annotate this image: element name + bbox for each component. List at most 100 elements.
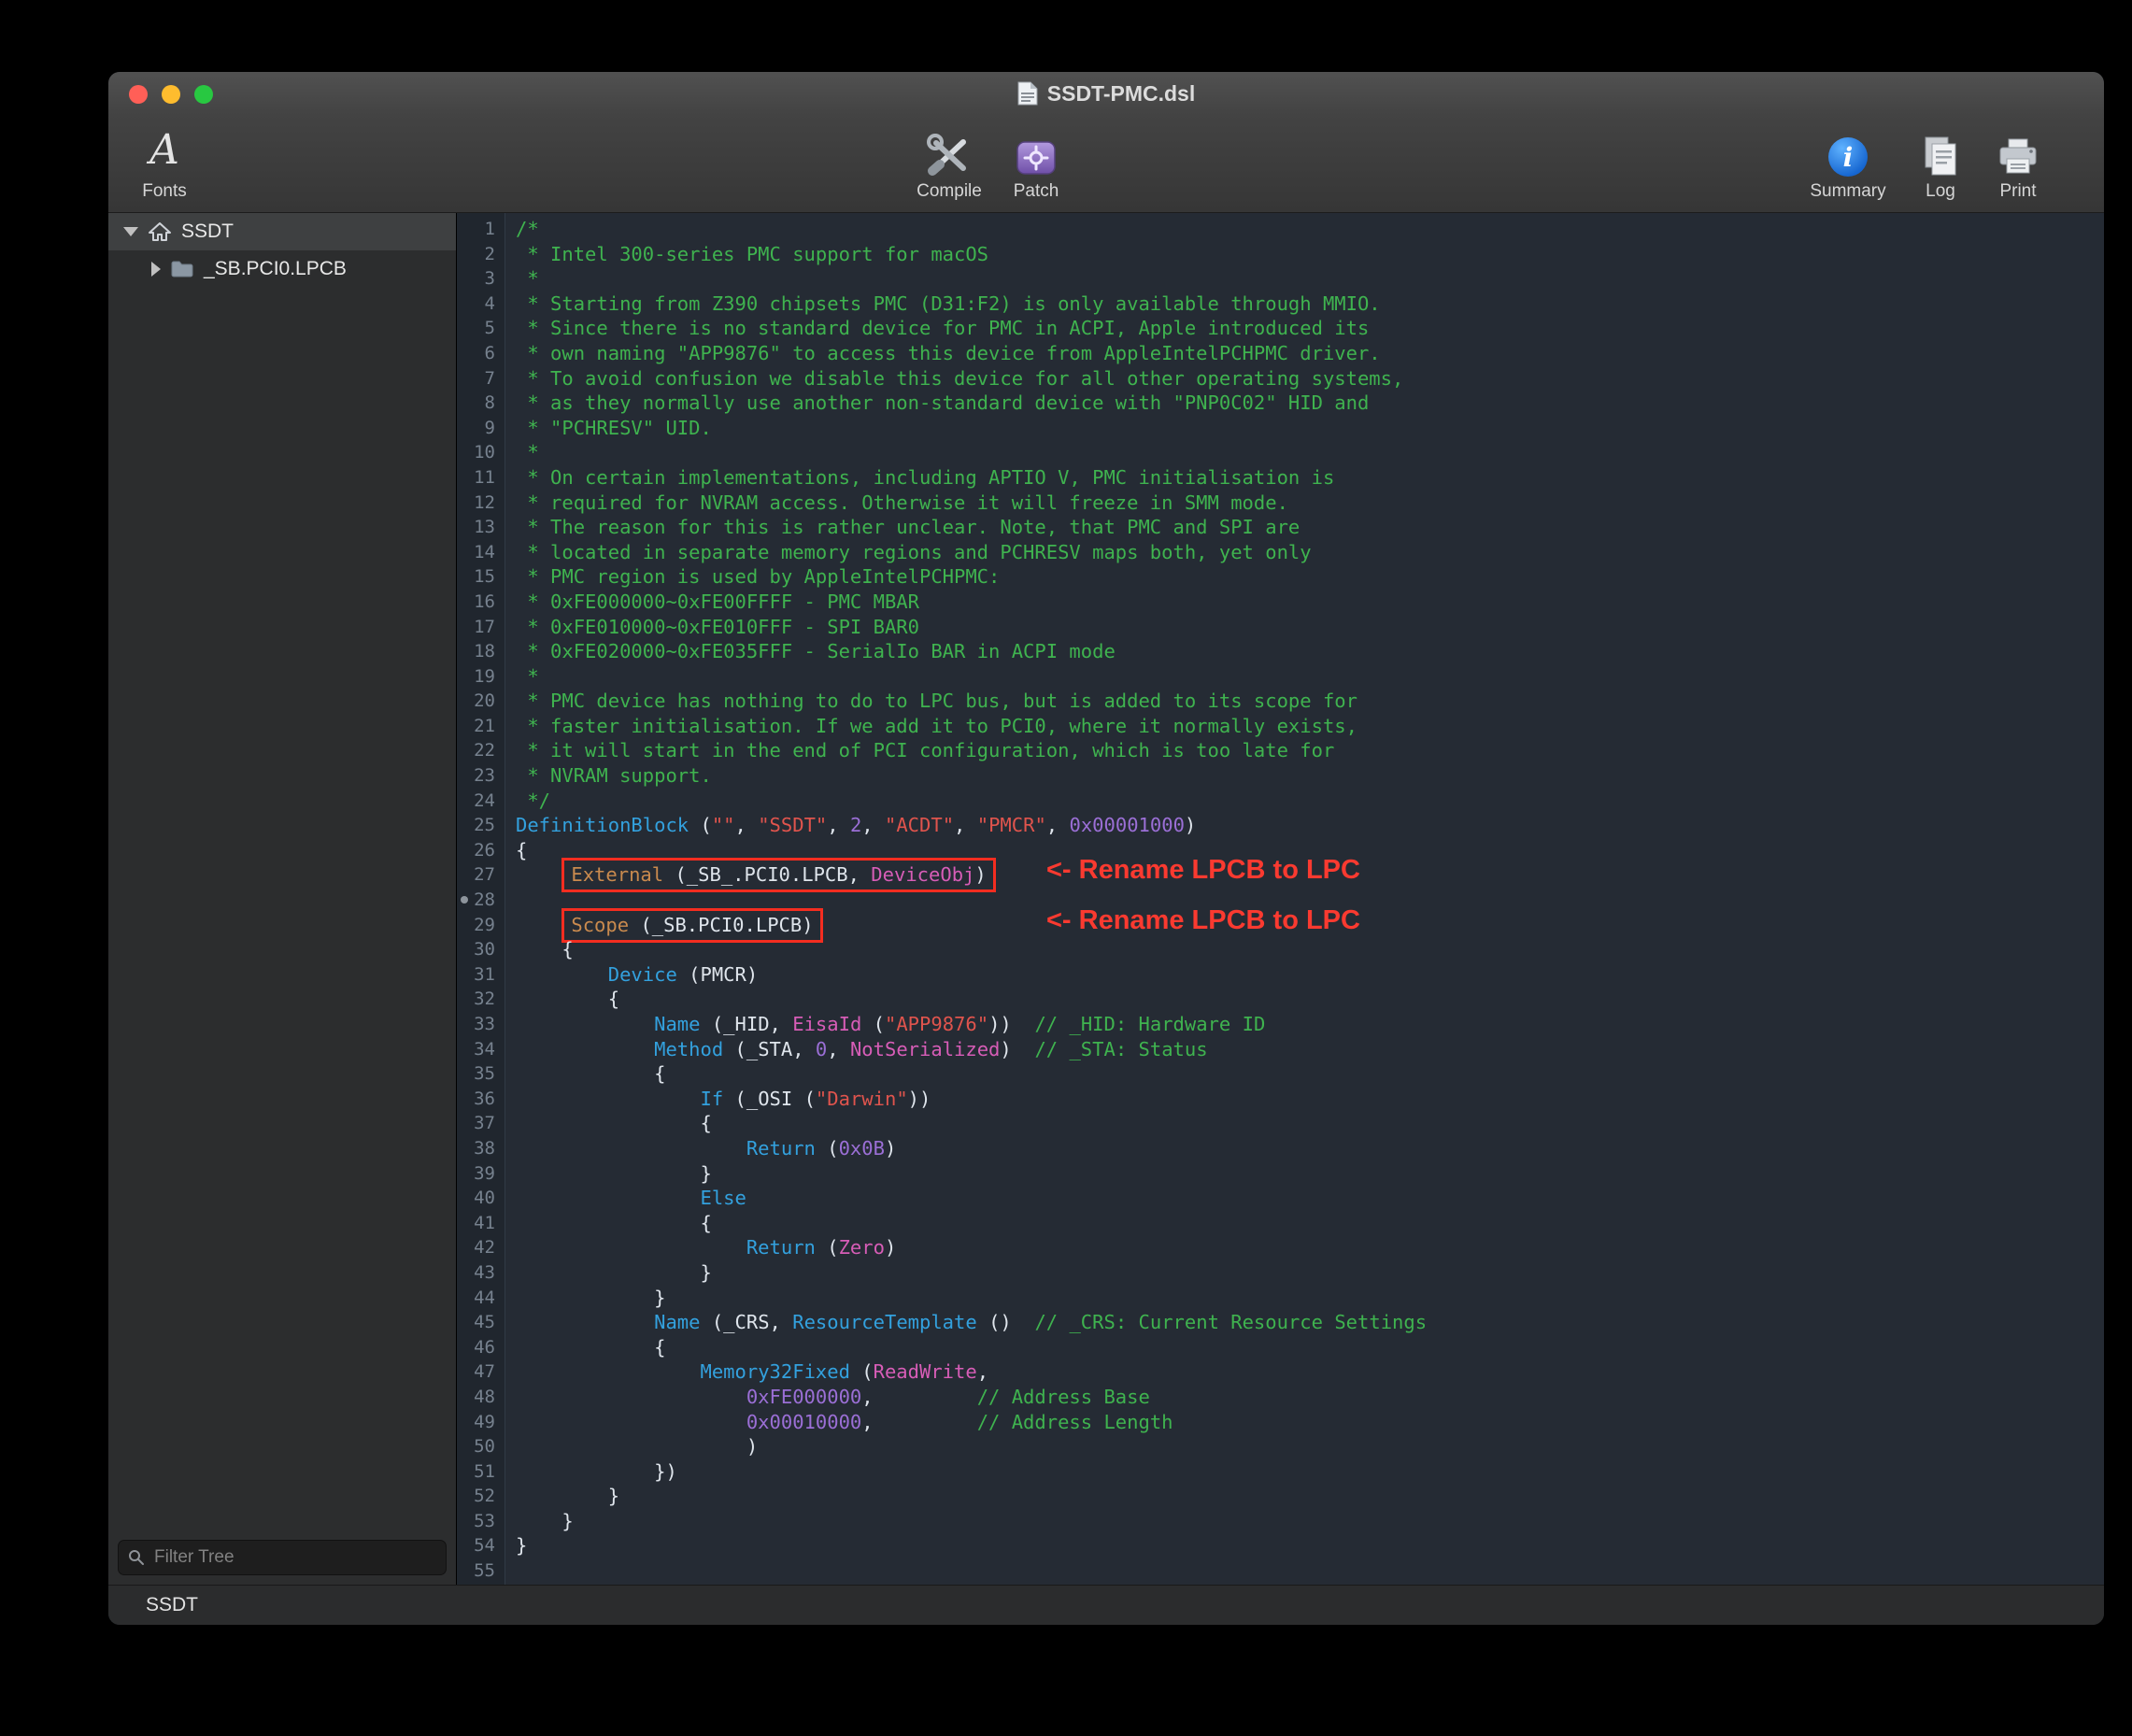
code-line[interactable]: 18 * 0xFE020000~0xFE035FFF - SerialIo BA… [457, 639, 2104, 664]
code-text[interactable]: } [505, 1161, 2104, 1187]
code-line[interactable]: 13 * The reason for this is rather uncle… [457, 515, 2104, 540]
code-line[interactable]: 50 ) [457, 1434, 2104, 1459]
code-text[interactable]: 0xFE000000, // Address Base [505, 1385, 2104, 1410]
code-text[interactable]: * The reason for this is rather unclear.… [505, 515, 2104, 540]
code-text[interactable]: { [505, 937, 2104, 962]
code-line[interactable]: 33 Name (_HID, EisaId ("APP9876")) // _H… [457, 1012, 2104, 1037]
code-text[interactable]: * it will start in the end of PCI config… [505, 738, 2104, 763]
filter-tree-field[interactable] [118, 1540, 447, 1575]
code-text[interactable]: * PMC region is used by AppleIntelPCHPMC… [505, 564, 2104, 590]
code-line[interactable]: 40 Else [457, 1186, 2104, 1211]
code-line[interactable]: 2 * Intel 300-series PMC support for mac… [457, 242, 2104, 267]
code-line[interactable]: 34 Method (_STA, 0, NotSerialized) // _S… [457, 1037, 2104, 1062]
code-line[interactable]: 46 { [457, 1335, 2104, 1360]
code-text[interactable]: * own naming "APP9876" to access this de… [505, 341, 2104, 366]
code-text[interactable]: * 0xFE020000~0xFE035FFF - SerialIo BAR i… [505, 639, 2104, 664]
code-editor[interactable]: 1/*2 * Intel 300-series PMC support for … [457, 213, 2104, 1585]
code-text[interactable]: } [505, 1533, 2104, 1558]
code-text[interactable]: * required for NVRAM access. Otherwise i… [505, 491, 2104, 516]
code-text[interactable]: * Intel 300-series PMC support for macOS [505, 242, 2104, 267]
code-text[interactable]: * Since there is no standard device for … [505, 316, 2104, 341]
code-text[interactable]: Method (_STA, 0, NotSerialized) // _STA:… [505, 1037, 2104, 1062]
code-text[interactable]: { [505, 987, 2104, 1012]
code-line[interactable]: 31 Device (PMCR) [457, 962, 2104, 988]
disclosure-down-icon[interactable] [123, 227, 138, 236]
code-line[interactable]: 20 * PMC device has nothing to do to LPC… [457, 689, 2104, 714]
code-line[interactable]: 27 External (_SB_.PCI0.LPCB, DeviceObj)<… [457, 862, 2104, 888]
code-text[interactable]: If (_OSI ("Darwin")) [505, 1087, 2104, 1112]
code-text[interactable]: /* [505, 217, 2104, 242]
code-line[interactable]: 25DefinitionBlock ("", "SSDT", 2, "ACDT"… [457, 813, 2104, 838]
code-text[interactable]: Device (PMCR) [505, 962, 2104, 988]
code-line[interactable]: 52 } [457, 1484, 2104, 1509]
code-text[interactable]: External (_SB_.PCI0.LPCB, DeviceObj)<- R… [505, 862, 2104, 888]
code-text[interactable]: * Starting from Z390 chipsets PMC (D31:F… [505, 292, 2104, 317]
code-line[interactable]: 30 { [457, 937, 2104, 962]
code-text[interactable]: * 0xFE000000~0xFE00FFFF - PMC MBAR [505, 590, 2104, 615]
code-line[interactable]: 35 { [457, 1061, 2104, 1087]
code-line[interactable]: 24 */ [457, 789, 2104, 814]
code-text[interactable]: }) [505, 1459, 2104, 1485]
code-text[interactable]: * located in separate memory regions and… [505, 540, 2104, 565]
code-line[interactable]: 10 * [457, 440, 2104, 465]
fonts-button[interactable]: A Fonts [121, 119, 207, 202]
code-text[interactable]: } [505, 1286, 2104, 1311]
code-text[interactable]: * faster initialisation. If we add it to… [505, 714, 2104, 739]
code-text[interactable]: { [505, 1111, 2104, 1136]
code-line[interactable]: 11 * On certain implementations, includi… [457, 465, 2104, 491]
print-button[interactable]: Print [1979, 119, 2057, 202]
code-line[interactable]: 23 * NVRAM support. [457, 763, 2104, 789]
code-text[interactable]: Name (_HID, EisaId ("APP9876")) // _HID:… [505, 1012, 2104, 1037]
titlebar[interactable]: SSDT-PMC.dsl [108, 72, 2104, 115]
code-text[interactable]: } [505, 1484, 2104, 1509]
code-line[interactable]: 38 Return (0x0B) [457, 1136, 2104, 1161]
code-text[interactable]: 0x00010000, // Address Length [505, 1410, 2104, 1435]
code-text[interactable] [505, 1558, 2104, 1584]
code-text[interactable]: * [505, 664, 2104, 690]
code-text[interactable]: } [505, 1509, 2104, 1534]
code-line[interactable]: 39 } [457, 1161, 2104, 1187]
code-line[interactable]: 17 * 0xFE010000~0xFE010FFF - SPI BAR0 [457, 615, 2104, 640]
code-text[interactable]: * [505, 440, 2104, 465]
code-line[interactable]: 16 * 0xFE000000~0xFE00FFFF - PMC MBAR [457, 590, 2104, 615]
code-line[interactable]: 29 Scope (_SB.PCI0.LPCB)<- Rename LPCB t… [457, 913, 2104, 938]
code-line[interactable]: 53 } [457, 1509, 2104, 1534]
code-text[interactable]: Scope (_SB.PCI0.LPCB)<- Rename LPCB to L… [505, 913, 2104, 938]
code-line[interactable]: 32 { [457, 987, 2104, 1012]
code-line[interactable]: 47 Memory32Fixed (ReadWrite, [457, 1359, 2104, 1385]
code-line[interactable]: 41 { [457, 1211, 2104, 1236]
code-line[interactable]: 4 * Starting from Z390 chipsets PMC (D31… [457, 292, 2104, 317]
disclosure-right-icon[interactable] [151, 262, 161, 277]
code-text[interactable]: * [505, 266, 2104, 292]
code-line[interactable]: 45 Name (_CRS, ResourceTemplate () // _C… [457, 1310, 2104, 1335]
code-line[interactable]: 54} [457, 1533, 2104, 1558]
code-line[interactable]: 1/* [457, 217, 2104, 242]
code-line[interactable]: 55 [457, 1558, 2104, 1584]
code-line[interactable]: 48 0xFE000000, // Address Base [457, 1385, 2104, 1410]
code-line[interactable]: 37 { [457, 1111, 2104, 1136]
code-text[interactable]: * 0xFE010000~0xFE010FFF - SPI BAR0 [505, 615, 2104, 640]
code-line[interactable]: 14 * located in separate memory regions … [457, 540, 2104, 565]
code-text[interactable]: { [505, 1061, 2104, 1087]
code-text[interactable]: * as they normally use another non-stand… [505, 391, 2104, 416]
summary-button[interactable]: i Summary [1799, 119, 1897, 202]
code-line[interactable]: 8 * as they normally use another non-sta… [457, 391, 2104, 416]
code-text[interactable]: { [505, 1211, 2104, 1236]
code-text[interactable]: ) [505, 1434, 2104, 1459]
code-line[interactable]: 42 Return (Zero) [457, 1235, 2104, 1260]
code-text[interactable]: Memory32Fixed (ReadWrite, [505, 1359, 2104, 1385]
code-line[interactable]: 22 * it will start in the end of PCI con… [457, 738, 2104, 763]
code-line[interactable]: 43 } [457, 1260, 2104, 1286]
code-line[interactable]: 19 * [457, 664, 2104, 690]
code-line[interactable]: 21 * faster initialisation. If we add it… [457, 714, 2104, 739]
code-text[interactable]: { [505, 1335, 2104, 1360]
code-text[interactable]: * To avoid confusion we disable this dev… [505, 366, 2104, 391]
code-text[interactable]: DefinitionBlock ("", "SSDT", 2, "ACDT", … [505, 813, 2104, 838]
code-text[interactable]: * PMC device has nothing to do to LPC bu… [505, 689, 2104, 714]
patch-button[interactable]: Patch [996, 119, 1076, 202]
code-text[interactable]: * NVRAM support. [505, 763, 2104, 789]
code-line[interactable]: 12 * required for NVRAM access. Otherwis… [457, 491, 2104, 516]
code-line[interactable]: 49 0x00010000, // Address Length [457, 1410, 2104, 1435]
code-line[interactable]: 3 * [457, 266, 2104, 292]
code-line[interactable]: 5 * Since there is no standard device fo… [457, 316, 2104, 341]
